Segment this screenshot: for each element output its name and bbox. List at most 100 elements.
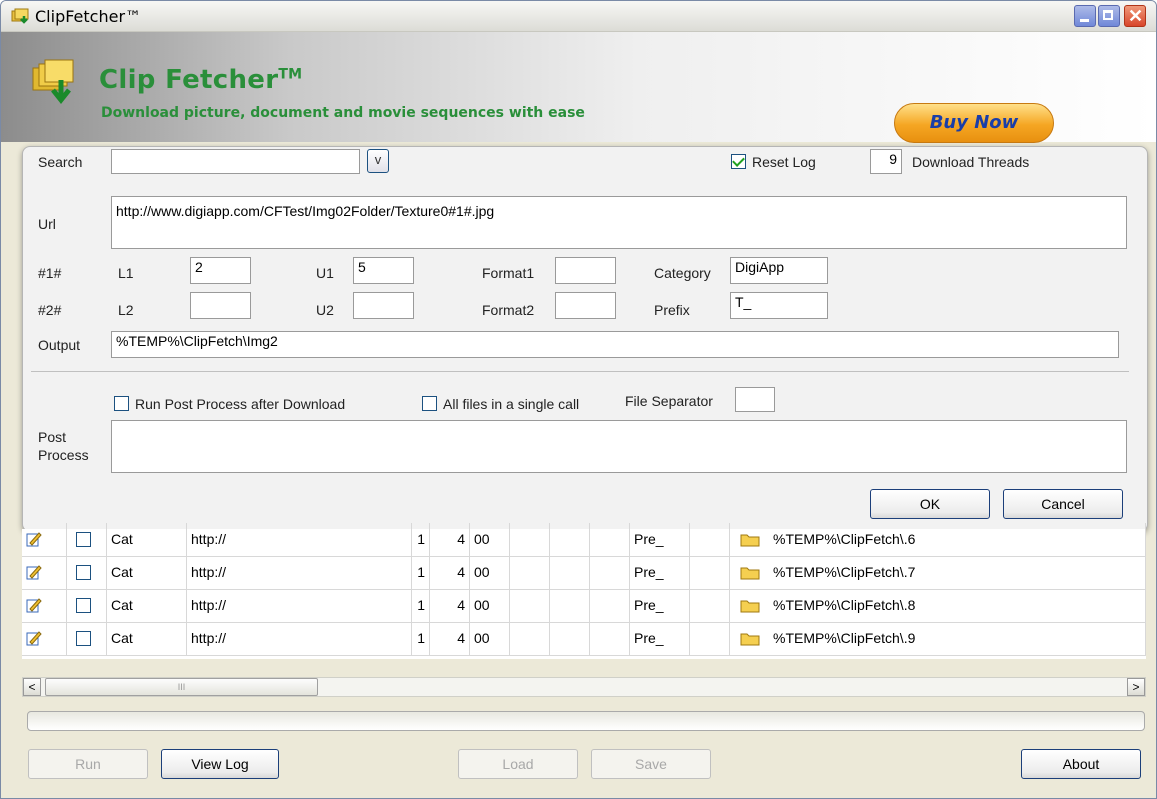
select-cell[interactable] — [67, 589, 107, 622]
post-process-input[interactable] — [111, 420, 1127, 473]
view-log-button[interactable]: View Log — [161, 749, 279, 779]
url-input[interactable]: http://www.digiapp.com/CFTest/Img02Folde… — [111, 196, 1127, 249]
cell-prefix[interactable]: Pre_ — [630, 589, 690, 622]
cell-empty[interactable] — [690, 622, 730, 655]
folder-icon[interactable] — [740, 632, 760, 646]
select-cell[interactable] — [67, 523, 107, 556]
table-row[interactable]: Cat http://1 4 00 Pre_ %TEMP%\ClipFetch\.9 — [22, 622, 1146, 656]
folder-icon[interactable] — [740, 533, 760, 547]
cell-empty[interactable] — [590, 523, 630, 556]
edit-cell[interactable] — [22, 622, 67, 655]
cell-c1[interactable]: 1 — [412, 556, 430, 589]
table-row[interactable]: Cat http://1 4 00 Pre_ %TEMP%\ClipFetch\.7 — [22, 556, 1146, 590]
cell-empty[interactable] — [510, 589, 550, 622]
edit-icon[interactable] — [26, 564, 42, 580]
cell-empty[interactable] — [550, 622, 590, 655]
u1-input[interactable]: 5 — [353, 257, 414, 284]
cell-category[interactable]: Cat — [107, 589, 187, 622]
about-button[interactable]: About — [1021, 749, 1141, 779]
minimize-button[interactable] — [1074, 5, 1096, 27]
format2-input[interactable] — [555, 292, 616, 319]
cell-category[interactable]: Cat — [107, 622, 187, 655]
row-select-checkbox[interactable] — [76, 532, 91, 547]
buy-now-button[interactable]: Buy Now — [894, 103, 1054, 143]
l1-input[interactable]: 2 — [190, 257, 251, 284]
all-files-single-call-checkbox[interactable] — [422, 396, 437, 411]
cell-url[interactable]: http:// — [187, 589, 412, 622]
edit-icon[interactable] — [26, 531, 42, 547]
cell-prefix[interactable]: Pre_ — [630, 556, 690, 589]
cell-output[interactable]: %TEMP%\ClipFetch\.7 — [767, 556, 1146, 589]
cell-url[interactable]: http:// — [187, 622, 412, 655]
select-cell[interactable] — [67, 622, 107, 655]
cell-prefix[interactable]: Pre_ — [630, 523, 690, 556]
search-dropdown-button[interactable]: v — [367, 149, 389, 173]
table-row[interactable]: Cat http://1 4 00 Pre_ %TEMP%\ClipFetch\.8 — [22, 589, 1146, 623]
folder-icon[interactable] — [740, 566, 760, 580]
cell-output[interactable]: %TEMP%\ClipFetch\.8 — [767, 589, 1146, 622]
scroll-thumb[interactable]: III — [45, 678, 318, 696]
edit-cell[interactable] — [22, 556, 67, 589]
cell-empty[interactable] — [690, 523, 730, 556]
select-cell[interactable] — [67, 556, 107, 589]
search-input[interactable] — [111, 149, 360, 174]
cell-empty[interactable] — [590, 556, 630, 589]
scroll-right-button[interactable]: > — [1127, 678, 1145, 696]
cell-c3[interactable]: 00 — [470, 556, 510, 589]
maximize-button[interactable] — [1098, 5, 1120, 27]
cell-category[interactable]: Cat — [107, 556, 187, 589]
cell-empty[interactable] — [550, 523, 590, 556]
output-input[interactable]: %TEMP%\ClipFetch\Img2 — [111, 331, 1119, 358]
row-select-checkbox[interactable] — [76, 598, 91, 613]
folder-icon[interactable] — [740, 599, 760, 613]
cell-empty[interactable] — [590, 622, 630, 655]
close-button[interactable]: ✕ — [1124, 5, 1146, 27]
cell-c3[interactable]: 00 — [470, 622, 510, 655]
run-post-process-checkbox[interactable] — [114, 396, 129, 411]
cell-empty[interactable] — [510, 622, 550, 655]
edit-icon[interactable] — [26, 630, 42, 646]
row-select-checkbox[interactable] — [76, 631, 91, 646]
cell-category[interactable]: Cat — [107, 523, 187, 556]
cell-empty[interactable] — [690, 589, 730, 622]
cell-c2[interactable]: 4 — [430, 523, 470, 556]
edit-cell[interactable] — [22, 523, 67, 556]
cell-url[interactable]: http:// — [187, 523, 412, 556]
cell-c1[interactable]: 1 — [412, 523, 430, 556]
download-threads-input[interactable]: 9 — [870, 149, 902, 174]
file-separator-input[interactable] — [735, 387, 775, 412]
title-bar[interactable]: ClipFetcher™ ✕ — [1, 1, 1156, 32]
scroll-left-button[interactable]: < — [23, 678, 41, 696]
cell-c2[interactable]: 4 — [430, 556, 470, 589]
cell-empty[interactable] — [510, 556, 550, 589]
cell-empty[interactable] — [590, 589, 630, 622]
load-button[interactable]: Load — [458, 749, 578, 779]
save-button[interactable]: Save — [591, 749, 711, 779]
cell-c2[interactable]: 4 — [430, 622, 470, 655]
row-select-checkbox[interactable] — [76, 565, 91, 580]
reset-log-checkbox[interactable] — [731, 154, 746, 169]
ok-button[interactable]: OK — [870, 489, 990, 519]
cell-empty[interactable] — [550, 589, 590, 622]
edit-icon[interactable] — [26, 597, 42, 613]
cell-c3[interactable]: 00 — [470, 589, 510, 622]
format1-input[interactable] — [555, 257, 616, 284]
cell-empty[interactable] — [690, 556, 730, 589]
cell-output[interactable]: %TEMP%\ClipFetch\.9 — [767, 622, 1146, 655]
u2-input[interactable] — [353, 292, 414, 319]
cell-c1[interactable]: 1 — [412, 622, 430, 655]
cell-prefix[interactable]: Pre_ — [630, 622, 690, 655]
cell-empty[interactable] — [550, 556, 590, 589]
category-input[interactable]: DigiApp — [730, 257, 828, 284]
prefix-input[interactable]: T_ — [730, 292, 828, 319]
cell-empty[interactable] — [510, 523, 550, 556]
cell-c3[interactable]: 00 — [470, 523, 510, 556]
cell-c2[interactable]: 4 — [430, 589, 470, 622]
cell-output[interactable]: %TEMP%\ClipFetch\.6 — [767, 523, 1146, 556]
cell-url[interactable]: http:// — [187, 556, 412, 589]
l2-input[interactable] — [190, 292, 251, 319]
run-button[interactable]: Run — [28, 749, 148, 779]
edit-cell[interactable] — [22, 589, 67, 622]
cancel-button[interactable]: Cancel — [1003, 489, 1123, 519]
horizontal-scrollbar[interactable]: < III > — [22, 677, 1146, 697]
